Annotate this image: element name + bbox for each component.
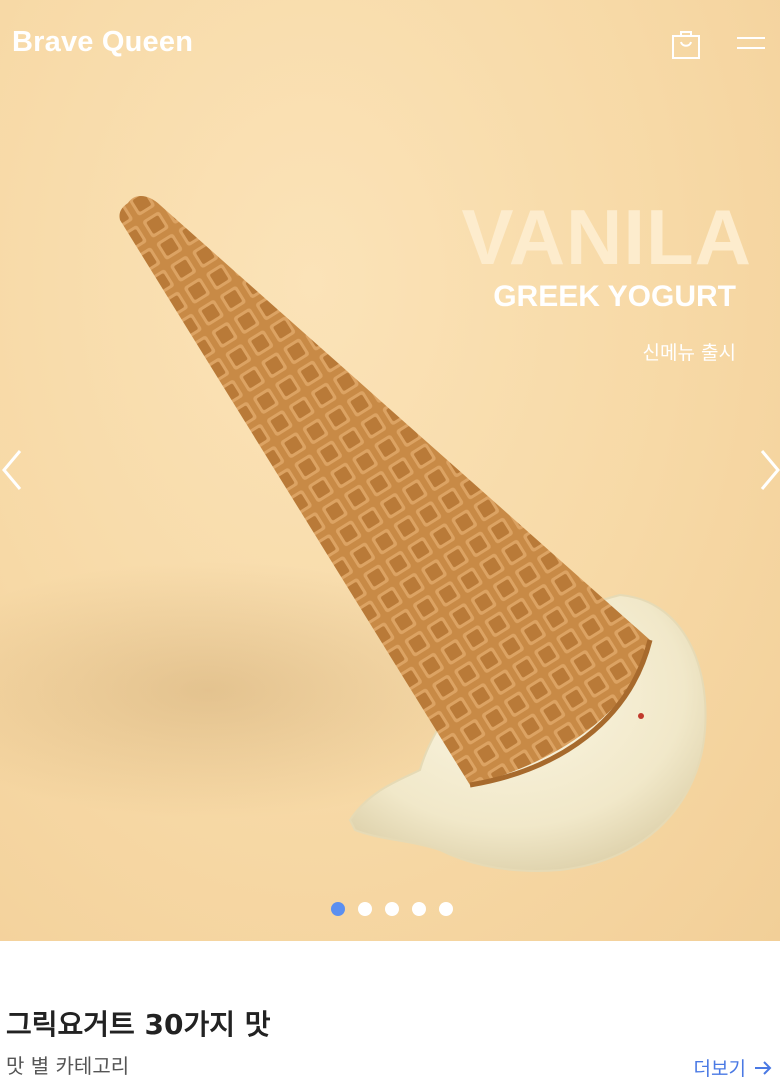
chevron-left-icon — [2, 450, 22, 490]
next-slide-button[interactable] — [758, 445, 780, 495]
slide-dot-1[interactable] — [331, 902, 345, 916]
slide-dot-2[interactable] — [358, 902, 372, 916]
slide-dot-5[interactable] — [439, 902, 453, 916]
menu-button[interactable] — [736, 34, 766, 54]
section-subtitle: 맛 별 카테고리 — [6, 1054, 130, 1078]
ice-cream-cone-image — [119, 196, 707, 872]
hero-title: VANILA — [461, 193, 752, 281]
more-link[interactable]: 더보기 — [694, 1054, 772, 1081]
slide-indicator — [331, 902, 453, 916]
hero-banner: Brave Queen VANILA GREEK YOGURT 신메뉴 출시 — [0, 0, 780, 941]
cart-button[interactable] — [670, 28, 702, 60]
chevron-right-icon — [760, 450, 780, 490]
section-title: 그릭요거트 30가지 맛 — [6, 1008, 271, 1041]
shopping-bag-icon — [672, 31, 700, 59]
hero-tag: 신메뉴 출시 — [642, 342, 736, 364]
arrow-right-icon — [755, 1060, 772, 1075]
more-label: 더보기 — [693, 1058, 746, 1080]
hero-subtitle: GREEK YOGURT — [493, 280, 736, 313]
slide-dot-4[interactable] — [412, 902, 426, 916]
hamburger-menu-icon — [737, 37, 765, 49]
prev-slide-button[interactable] — [0, 445, 24, 495]
brand-logo[interactable]: Brave Queen — [12, 26, 193, 59]
slide-dot-3[interactable] — [385, 902, 399, 916]
